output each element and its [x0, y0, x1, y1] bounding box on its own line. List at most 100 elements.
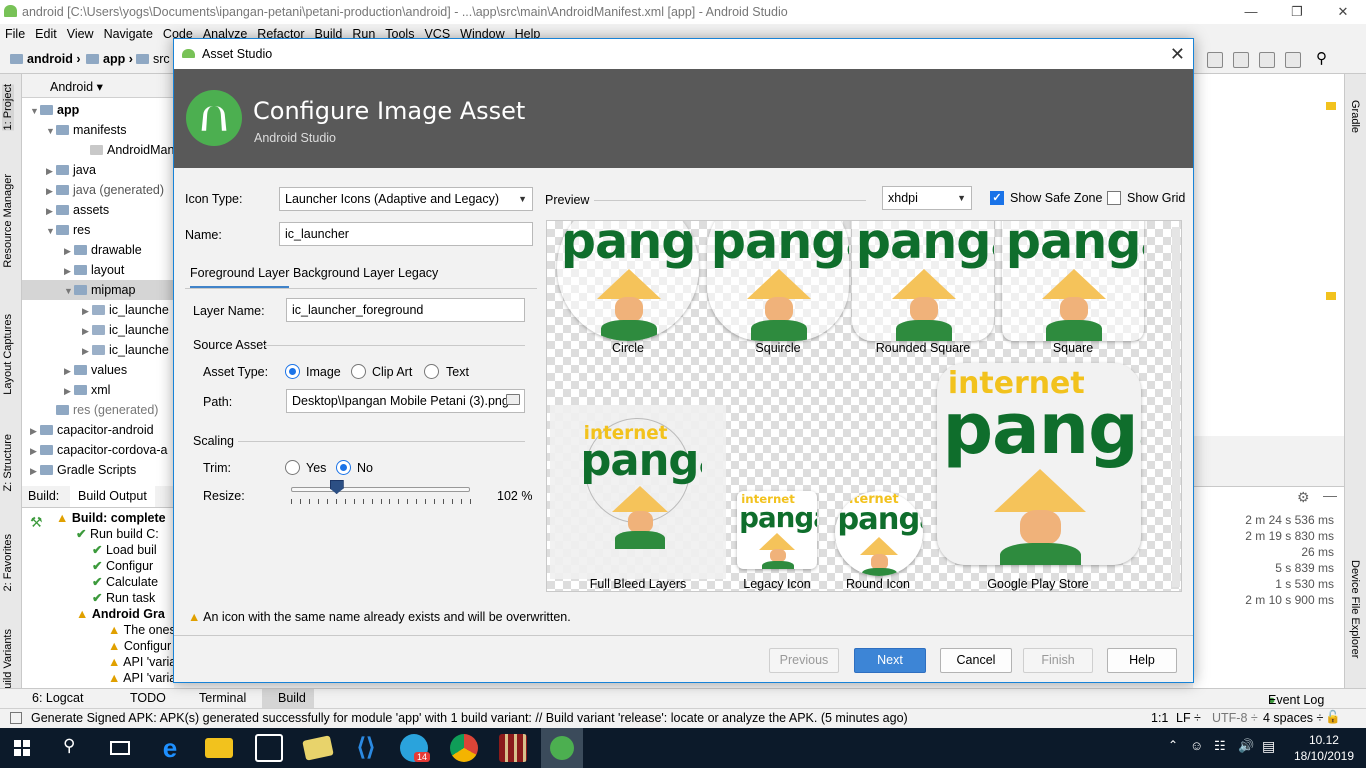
tree-item[interactable]: AndroidManif [22, 140, 173, 160]
build-output-row[interactable]: ▲ Configur [108, 638, 171, 654]
tab-project[interactable]: 1: Project [2, 84, 14, 131]
tree-item[interactable]: ▶ values [22, 360, 127, 380]
chevron-right-icon[interactable]: ▶ [30, 461, 40, 481]
breadcrumb-android[interactable]: android › [10, 52, 80, 66]
breadcrumb-app[interactable]: app › [86, 52, 133, 66]
tree-item[interactable]: ▼ manifests [22, 120, 127, 140]
tree-item[interactable]: ▶ ic_launche [22, 340, 169, 360]
trim-yes-label[interactable]: Yes [306, 461, 326, 475]
indent-setting[interactable]: 4 spaces ÷ [1263, 711, 1323, 725]
chevron-right-icon[interactable]: ▶ [64, 261, 74, 281]
close-icon[interactable]: ✕ [1170, 39, 1185, 69]
asset-type-clipart-radio[interactable] [351, 364, 366, 379]
show-grid-checkbox[interactable] [1107, 191, 1121, 205]
asset-type-clipart-label[interactable]: Clip Art [372, 365, 412, 379]
vscode-icon[interactable]: ⟨⟩ [352, 734, 380, 762]
chevron-right-icon[interactable]: ▶ [82, 341, 92, 361]
restore-icon[interactable]: ❐ [1274, 0, 1320, 24]
build-output-row[interactable]: ▲ Build: complete [56, 510, 166, 526]
chevron-right-icon[interactable]: ▶ [64, 381, 74, 401]
tab-build-variants[interactable]: Build Variants [2, 629, 14, 696]
warning-marker[interactable] [1326, 292, 1336, 300]
finish-button[interactable]: Finish [1023, 648, 1093, 673]
close-window-icon[interactable]: ✕ [1320, 0, 1366, 24]
minimize-icon[interactable]: — [1228, 0, 1274, 24]
search-icon[interactable]: ⚲ [1316, 49, 1327, 67]
store-icon[interactable] [255, 734, 283, 762]
tree-item[interactable]: ▶ java [22, 160, 96, 180]
build-output-row[interactable]: ▲ API 'varia [108, 670, 174, 686]
density-select[interactable]: xhdpi ▼ [882, 186, 972, 210]
sdk-manager-icon[interactable] [1285, 52, 1301, 68]
chevron-down-icon[interactable]: ▼ [46, 121, 56, 141]
tree-item[interactable]: ▶ drawable [22, 240, 142, 260]
tab-terminal[interactable]: Terminal [199, 691, 246, 705]
tree-item[interactable]: ▼ res [22, 220, 90, 240]
tree-item[interactable]: ▶ ic_launche [22, 300, 169, 320]
tree-item[interactable]: ▶ xml [22, 380, 110, 400]
chevron-down-icon[interactable]: ▼ [46, 221, 56, 241]
build-output-row[interactable]: ✔ Calculate [92, 574, 158, 590]
chevron-right-icon[interactable]: ▶ [46, 201, 56, 221]
chevron-down-icon[interactable]: ▼ [30, 101, 40, 121]
build-output-row[interactable]: ▲ The ones [108, 622, 174, 638]
tree-item[interactable]: ▶ capacitor-cordova-a [22, 440, 167, 460]
rebuild-icon[interactable]: ⚒ [30, 514, 43, 531]
tab-favorites[interactable]: 2: Favorites [2, 534, 14, 591]
menu-file[interactable]: File [0, 24, 30, 41]
menu-navigate[interactable]: Navigate [99, 24, 158, 41]
tab-gradle[interactable]: Gradle [1349, 100, 1361, 133]
next-button[interactable]: Next [854, 648, 926, 673]
chevron-right-icon[interactable]: ▶ [82, 301, 92, 321]
tree-item[interactable]: ▶ Gradle Scripts [22, 460, 136, 480]
build-output-row[interactable]: ✔ Run task [92, 590, 155, 606]
chevron-down-icon[interactable]: ▼ [64, 281, 74, 301]
sticky-notes-icon[interactable] [302, 735, 334, 761]
build-output-row[interactable]: ✔ Configur [92, 558, 153, 574]
breadcrumb-src[interactable]: src [136, 52, 170, 66]
chevron-right-icon[interactable]: ▶ [64, 241, 74, 261]
chevron-right-icon[interactable]: ▶ [46, 161, 56, 181]
search-icon[interactable]: ⚲ [63, 736, 75, 756]
trim-no-label[interactable]: No [357, 461, 373, 475]
sync-icon[interactable] [1233, 52, 1249, 68]
clock[interactable]: 10.12 18/10/2019 [1294, 732, 1354, 764]
line-separator[interactable]: LF ÷ [1176, 711, 1201, 725]
asset-type-image-radio[interactable] [285, 364, 300, 379]
winrar-icon[interactable] [499, 734, 527, 762]
caret-position[interactable]: 1:1 [1151, 711, 1168, 725]
status-message[interactable]: Generate Signed APK: APK(s) generated su… [31, 711, 908, 725]
tab-layout-captures[interactable]: Layout Captures [2, 314, 14, 395]
menu-view[interactable]: View [62, 24, 99, 41]
tree-item[interactable]: res (generated) [22, 400, 158, 420]
asset-type-text-label[interactable]: Text [446, 365, 469, 379]
help-button[interactable]: Help [1107, 648, 1177, 673]
menu-edit[interactable]: Edit [30, 24, 62, 41]
warning-marker[interactable] [1326, 102, 1336, 110]
status-toggle-icon[interactable] [10, 712, 22, 724]
tab-device-file-explorer[interactable]: Device File Explorer [1349, 560, 1361, 658]
tree-item[interactable]: ▶ ic_launche [22, 320, 169, 340]
previous-button[interactable]: Previous [769, 648, 839, 673]
file-explorer-icon[interactable] [205, 738, 233, 758]
avd-manager-icon[interactable] [1259, 52, 1275, 68]
tree-item[interactable]: ▶ java (generated) [22, 180, 164, 200]
resize-slider-track[interactable] [291, 487, 470, 492]
network-icon[interactable]: ☷ [1214, 738, 1226, 754]
android-studio-taskbar[interactable] [541, 728, 583, 768]
tab-legacy[interactable]: Legacy [398, 266, 438, 280]
browse-folder-icon[interactable] [506, 394, 520, 405]
volume-icon[interactable]: 🔊 [1238, 738, 1254, 754]
layer-name-input[interactable]: ic_launcher_foreground [286, 298, 525, 322]
tab-structure[interactable]: Z: Structure [2, 434, 14, 491]
show-grid-label[interactable]: Show Grid [1127, 191, 1185, 205]
settings-gear-icon[interactable]: ⚙ [1297, 489, 1310, 506]
name-input[interactable]: ic_launcher [279, 222, 533, 246]
path-input[interactable]: Desktop\Ipangan Mobile Petani (3).png [286, 389, 525, 413]
tree-item[interactable]: ▼ mipmap [22, 280, 173, 301]
windows-start-icon[interactable] [14, 740, 30, 756]
asset-type-text-radio[interactable] [424, 364, 439, 379]
build-output-row[interactable]: ✔ Load buil [92, 542, 157, 558]
asset-type-image-label[interactable]: Image [306, 365, 341, 379]
project-view-selector[interactable]: Android ▾ [22, 74, 173, 98]
